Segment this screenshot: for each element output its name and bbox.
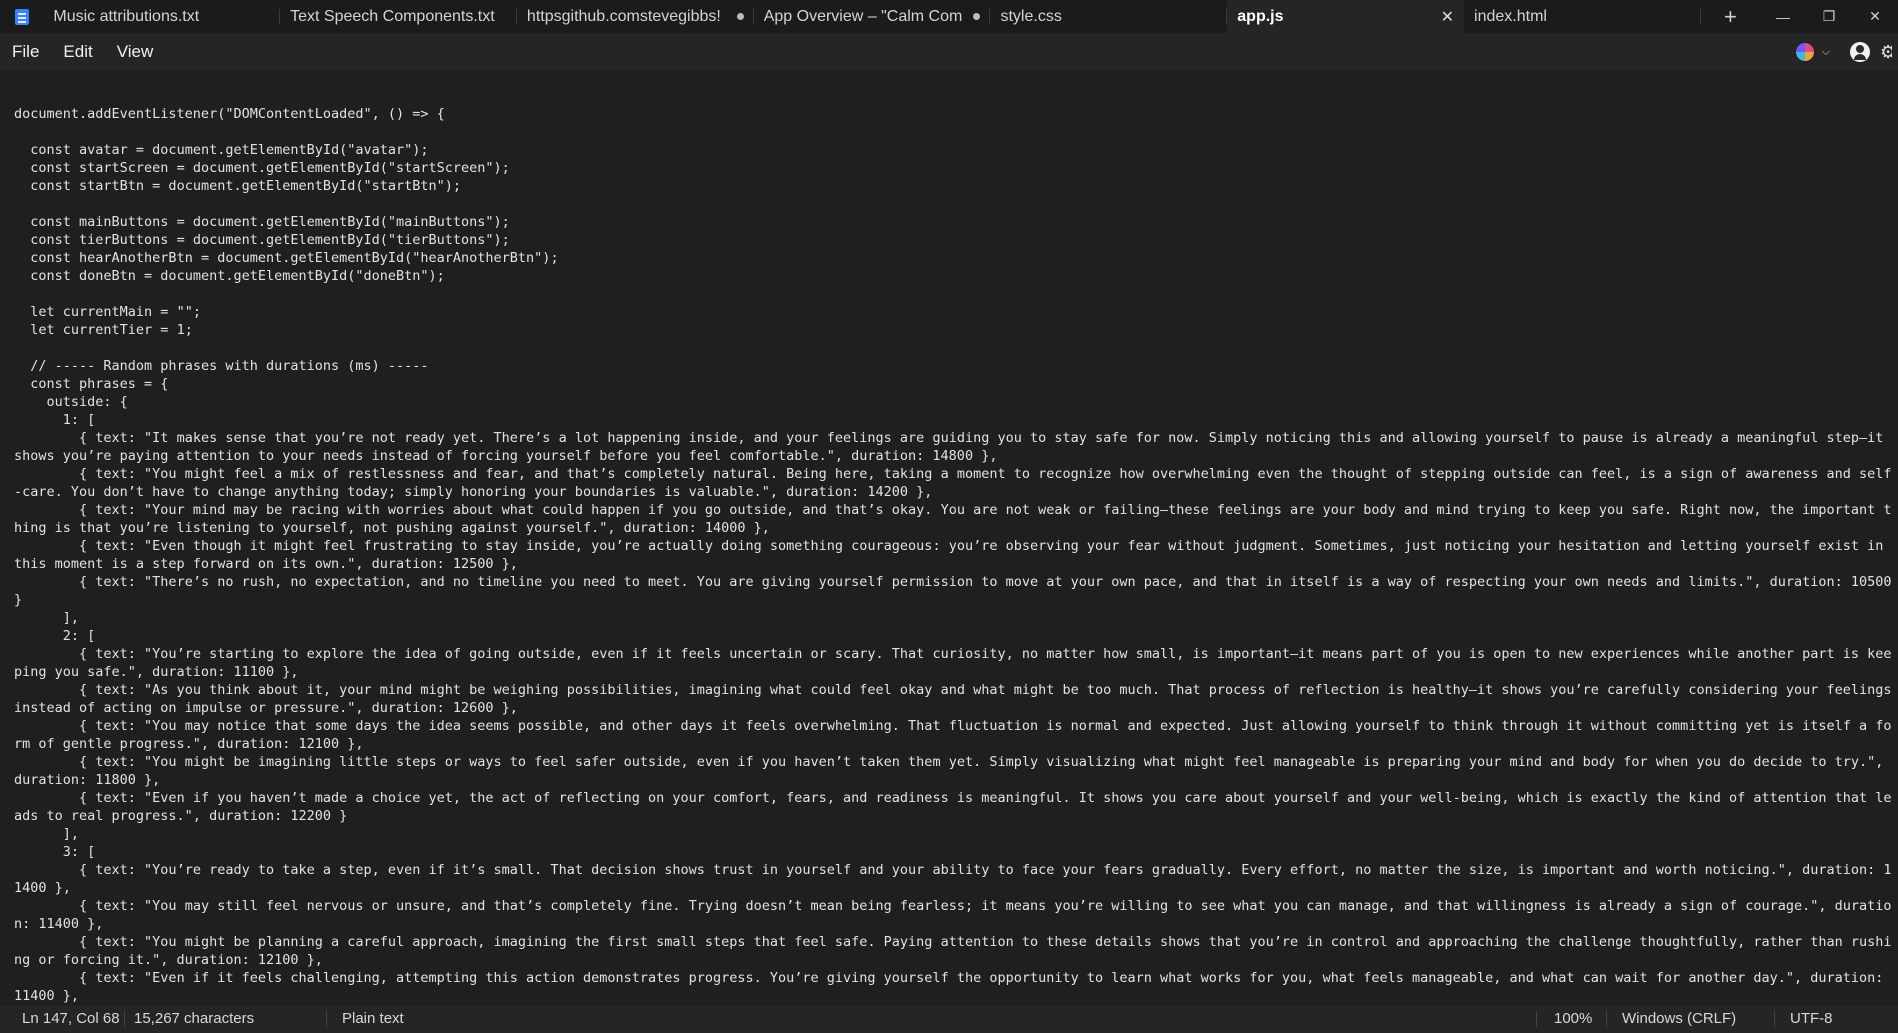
new-tab-button[interactable]: + — [1701, 0, 1760, 33]
unsaved-dot-icon — [736, 13, 744, 20]
tab-label: httpsgithub.comstevegibbs! — [526, 7, 721, 25]
close-window-button[interactable]: ✕ — [1852, 0, 1898, 33]
code-line: { text: "You’re starting to explore the … — [14, 646, 1892, 680]
status-bar: Ln 147, Col 68 15,267 characters Plain t… — [0, 1006, 1898, 1033]
status-divider — [1606, 1011, 1607, 1027]
account-avatar-icon[interactable] — [1850, 42, 1870, 62]
code-line: document.addEventListener("DOMContentLoa… — [14, 106, 445, 122]
zoom-level[interactable]: 100% — [1554, 1010, 1592, 1027]
code-line: { text: "Even if you haven’t made a choi… — [14, 790, 1892, 824]
status-divider — [1774, 1011, 1775, 1027]
text-editor[interactable]: document.addEventListener("DOMContentLoa… — [0, 71, 1898, 1006]
code-line: const startScreen = document.getElementB… — [14, 160, 510, 176]
tab-label: index.html — [1474, 7, 1547, 25]
character-count: 15,267 characters — [134, 1010, 255, 1027]
code-line: { text: "You may still feel nervous or u… — [14, 898, 1892, 932]
code-line: { text: "You may notice that some days t… — [14, 718, 1892, 752]
code-line: { text: "Even if it feels challenging, a… — [14, 970, 1892, 1004]
tab-label: Music attributions.txt — [53, 7, 200, 25]
code-line: 2: [ — [14, 628, 96, 644]
maximize-button[interactable]: ❐ — [1806, 0, 1852, 33]
tab-label: Text Speech Components.txt — [290, 7, 495, 25]
code-line: { text: "There’s no rush, no expectation… — [14, 574, 1892, 608]
code-line: const tierButtons = document.getElementB… — [14, 232, 510, 248]
unsaved-dot-icon — [973, 13, 981, 20]
code-line: { text: "As you think about it, your min… — [14, 682, 1892, 716]
tab-label: style.css — [1000, 7, 1062, 25]
settings-gear-icon[interactable]: ⚙ — [1880, 42, 1892, 63]
menu-view[interactable]: View — [105, 42, 166, 62]
code-line: const avatar = document.getElementById("… — [14, 142, 429, 158]
code-line: { text: "Your mind may be racing with wo… — [14, 502, 1892, 536]
code-line: { text: "You might be planning a careful… — [14, 934, 1892, 968]
code-line: ], — [14, 826, 80, 842]
status-divider — [1536, 1011, 1537, 1027]
code-line: { text: "You might feel a mix of restles… — [14, 466, 1892, 500]
tab-github-link[interactable]: httpsgithub.comstevegibbs! — [517, 0, 754, 33]
menu-right-tools: ⌵ ⚙ — [1795, 42, 1898, 63]
line-ending[interactable]: Windows (CRLF) — [1622, 1010, 1736, 1027]
code-line: const doneBtn = document.getElementById(… — [14, 268, 445, 284]
code-line: let currentTier = 1; — [14, 322, 193, 338]
window-controls: — ❐ ✕ — [1760, 0, 1898, 33]
minimize-button[interactable]: — — [1760, 0, 1806, 33]
tab-style-css[interactable]: style.css — [990, 0, 1228, 33]
code-line: 1: [ — [14, 412, 96, 428]
code-line: const hearAnotherBtn = document.getEleme… — [14, 250, 559, 266]
code-line: { text: "Even though it might feel frust… — [14, 538, 1892, 572]
tab-text-speech-components[interactable]: Text Speech Components.txt — [280, 0, 517, 33]
code-line: let currentMain = ""; — [14, 304, 201, 320]
code-line: ], — [14, 610, 80, 626]
tab-label: App Overview – "Calm Com — [763, 7, 963, 25]
file-type[interactable]: Plain text — [342, 1010, 404, 1027]
tab-music-attributions[interactable]: Music attributions.txt — [43, 0, 280, 33]
code-line: 3: [ — [14, 844, 96, 860]
tab-app-js[interactable]: app.js ✕ — [1227, 0, 1465, 33]
code-line: const mainButtons = document.getElementB… — [14, 214, 510, 230]
encoding[interactable]: UTF-8 — [1790, 1010, 1833, 1027]
code-line: const phrases = { — [14, 376, 169, 392]
cursor-position[interactable]: Ln 147, Col 68 — [22, 1010, 120, 1027]
code-line: outside: { — [14, 394, 128, 410]
tab-label: app.js — [1237, 7, 1284, 25]
menu-file[interactable]: File — [0, 42, 51, 62]
chevron-down-icon[interactable]: ⌵ — [1822, 46, 1830, 59]
copilot-icon[interactable] — [1795, 43, 1814, 61]
tab-app-overview[interactable]: App Overview – "Calm Com — [754, 0, 991, 33]
code-line: { text: "It makes sense that you’re not … — [14, 430, 1892, 464]
notepad-app-icon — [0, 0, 43, 33]
code-line: { text: "You might be imagining little s… — [14, 754, 1892, 788]
code-line: { text: "You’re ready to take a step, ev… — [14, 862, 1892, 896]
code-line: const startBtn = document.getElementById… — [14, 178, 462, 194]
menu-edit[interactable]: Edit — [51, 42, 104, 62]
menu-bar: File Edit View ⌵ ⚙ — [0, 33, 1898, 71]
tab-bar: Music attributions.txt Text Speech Compo… — [0, 0, 1898, 33]
close-tab-icon[interactable]: ✕ — [1441, 7, 1454, 27]
status-divider — [326, 1011, 327, 1027]
code-line: // ----- Random phrases with durations (… — [14, 358, 429, 374]
status-divider — [124, 1011, 125, 1027]
tab-index-html[interactable]: index.html — [1464, 0, 1701, 33]
editor-content[interactable]: document.addEventListener("DOMContentLoa… — [14, 105, 1896, 1006]
